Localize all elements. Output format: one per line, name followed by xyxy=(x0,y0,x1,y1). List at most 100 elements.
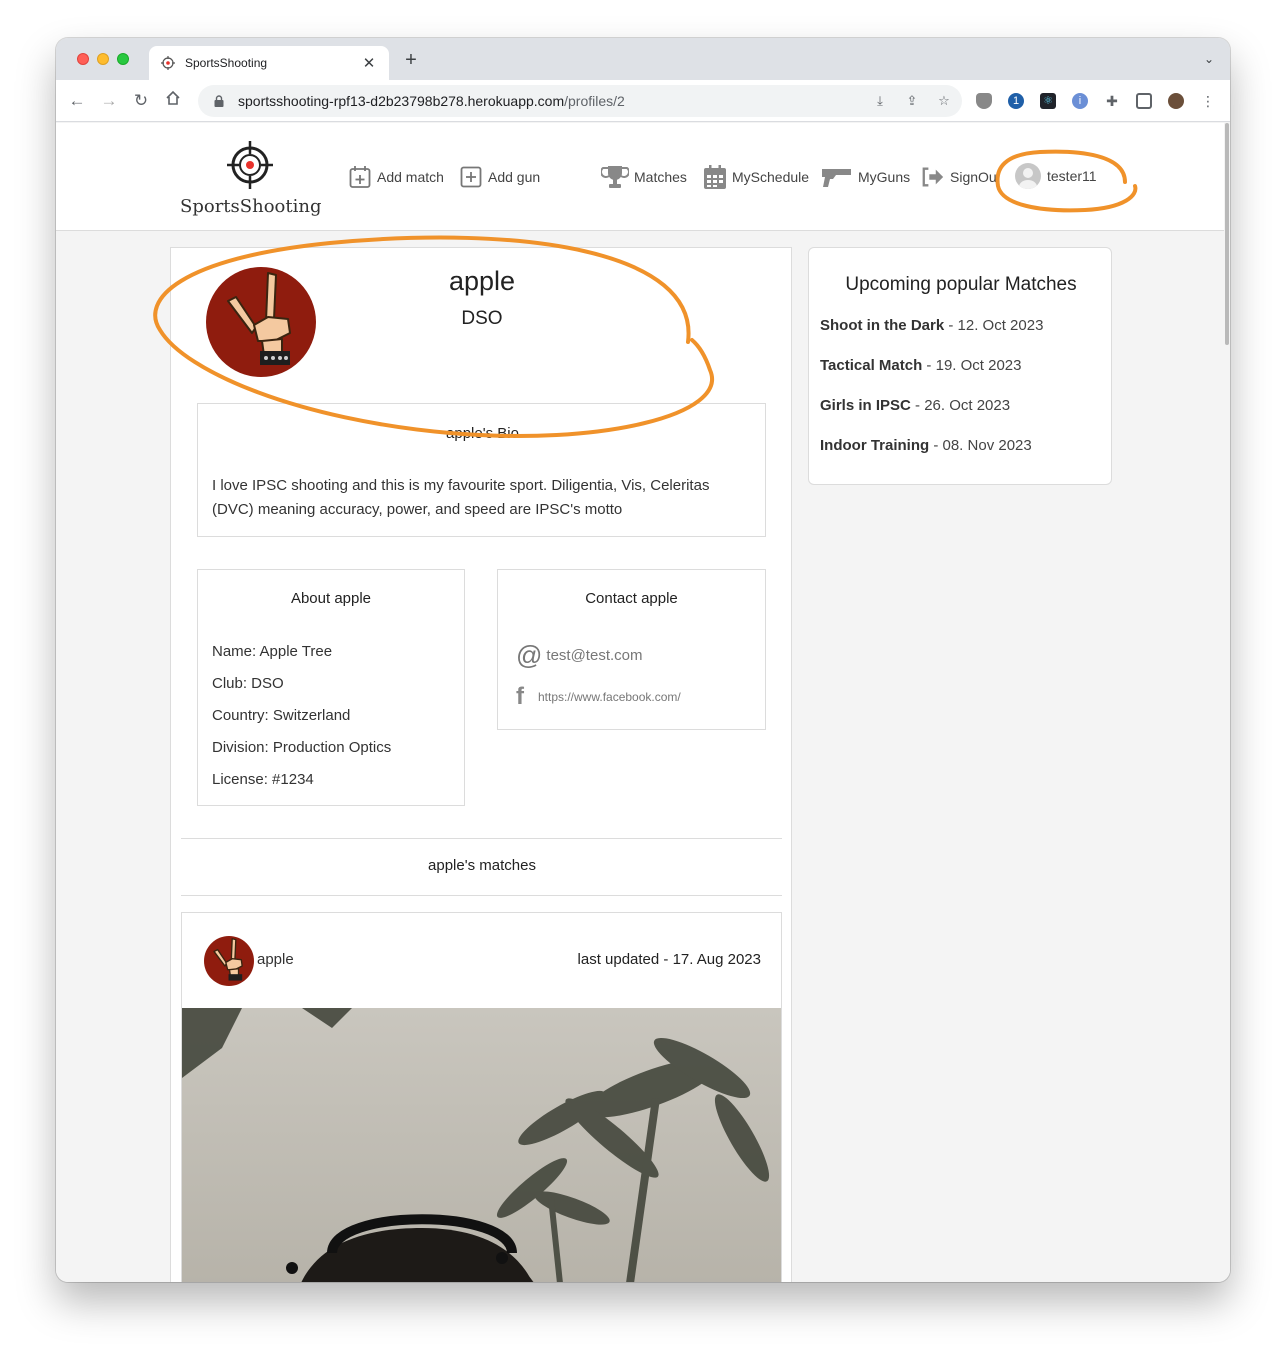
nav-username: tester11 xyxy=(1047,168,1097,184)
tab-title: SportsShooting xyxy=(185,56,268,70)
upcoming-match-date: - 08. Nov 2023 xyxy=(929,437,1032,454)
nav-myschedule-label: MySchedule xyxy=(732,169,810,185)
tab-search-chevron-icon[interactable]: ⌄ xyxy=(1204,52,1214,66)
brand-logo[interactable]: SportsShooting xyxy=(180,141,322,217)
at-sign-icon: @ xyxy=(516,640,543,670)
puzzle-extensions-icon[interactable]: ✚ xyxy=(1104,93,1120,109)
share-icon[interactable]: ⇪ xyxy=(904,93,920,109)
lock-icon xyxy=(214,95,224,107)
upcoming-match-item[interactable]: Tactical Match - 19. Oct 2023 xyxy=(820,357,1022,374)
react-devtools-icon[interactable]: ⚛ xyxy=(1040,93,1056,109)
about-license: License: #1234 xyxy=(212,771,314,788)
maximize-window-button[interactable] xyxy=(117,53,129,65)
sidepanel-icon[interactable] xyxy=(1136,93,1152,109)
shield-extension-icon[interactable] xyxy=(976,93,992,109)
rock-hand-icon xyxy=(213,938,243,981)
contact-email: test@test.com xyxy=(546,646,643,664)
nav-myguns[interactable]: MyGuns xyxy=(821,165,910,189)
target-favicon-icon xyxy=(161,56,175,70)
match-last-updated: last updated - 17. Aug 2023 xyxy=(577,951,761,968)
tab-close-icon[interactable]: ✕ xyxy=(361,54,377,72)
profile-avatar-icon[interactable] xyxy=(1168,93,1184,109)
back-arrow-icon[interactable]: ← xyxy=(66,90,88,112)
url-host: sportsshooting-rpf13-d2b23798b278.heroku… xyxy=(238,93,565,109)
profile-club: DSO xyxy=(461,308,503,329)
bio-box: apple's Bio I love IPSC shooting and thi… xyxy=(197,403,766,537)
upcoming-match-item[interactable]: Girls in IPSC - 26. Oct 2023 xyxy=(820,397,1010,414)
calendar-plus-icon xyxy=(348,165,372,189)
upcoming-match-name[interactable]: Tactical Match xyxy=(820,357,922,374)
contact-box: Contact apple @ test@test.com f https://… xyxy=(497,569,766,730)
matches-section-title: apple's matches xyxy=(428,857,536,874)
match-card[interactable]: apple last updated - 17. Aug 2023 xyxy=(181,912,782,1282)
divider xyxy=(181,895,782,896)
brand-name: SportsShooting xyxy=(180,196,322,217)
site-navbar: SportsShooting Add match Add gun Matches xyxy=(56,123,1224,231)
nav-myguns-label: MyGuns xyxy=(858,169,911,185)
web-page: SportsShooting Add match Add gun Matches xyxy=(56,123,1224,1282)
address-bar[interactable]: sportsshooting-rpf13-d2b23798b278.heroku… xyxy=(198,85,962,117)
nav-myschedule[interactable]: MySchedule xyxy=(703,165,809,189)
bio-title: apple's Bio xyxy=(446,425,519,442)
about-country: Country: Switzerland xyxy=(212,707,351,724)
upcoming-match-date: - 12. Oct 2023 xyxy=(944,317,1044,334)
home-icon[interactable] xyxy=(162,90,184,112)
page-scrollbar[interactable] xyxy=(1224,123,1230,1282)
pistol-icon xyxy=(821,165,853,189)
password-extension-icon[interactable]: 1 xyxy=(1008,93,1024,109)
upcoming-match-name[interactable]: Shoot in the Dark xyxy=(820,317,944,334)
upcoming-match-name[interactable]: Girls in IPSC xyxy=(820,397,911,414)
nav-signout[interactable]: SignOut xyxy=(921,165,996,189)
about-club: Club: DSO xyxy=(212,675,284,692)
sign-out-icon xyxy=(921,165,945,189)
nav-add-gun-label: Add gun xyxy=(488,169,541,185)
kebab-menu-icon[interactable]: ⋮ xyxy=(1200,93,1216,109)
upcoming-matches-card: Upcoming popular Matches Shoot in the Da… xyxy=(808,247,1112,485)
nav-add-match-label: Add match xyxy=(377,169,444,185)
install-icon[interactable]: ⤓ xyxy=(872,93,888,109)
match-username[interactable]: apple xyxy=(257,951,294,968)
scrollbar-thumb[interactable] xyxy=(1225,123,1229,345)
contact-email-row[interactable]: @ test@test.com xyxy=(516,642,643,668)
upcoming-match-item[interactable]: Shoot in the Dark - 12. Oct 2023 xyxy=(820,317,1043,334)
upcoming-match-name[interactable]: Indoor Training xyxy=(820,437,929,454)
user-avatar xyxy=(1015,163,1041,189)
nav-matches[interactable]: Matches xyxy=(601,165,687,189)
profile-card: apple DSO apple's Bio I love IPSC shooti… xyxy=(170,247,792,1282)
profile-name: apple xyxy=(448,266,516,296)
upcoming-match-date: - 26. Oct 2023 xyxy=(910,397,1011,414)
forward-arrow-icon[interactable]: → xyxy=(98,90,120,112)
upcoming-match-date: - 19. Oct 2023 xyxy=(922,357,1022,374)
bio-text: I love IPSC shooting and this is my favo… xyxy=(212,477,710,518)
divider xyxy=(181,838,782,839)
about-box: About apple Name: Apple Tree Club: DSO C… xyxy=(197,569,465,806)
reload-icon[interactable]: ↻ xyxy=(130,90,152,112)
facebook-icon: f xyxy=(516,683,524,710)
url-path: /profiles/2 xyxy=(564,93,625,109)
minimize-window-button[interactable] xyxy=(97,53,109,65)
nav-add-match[interactable]: Add match xyxy=(348,165,444,189)
contact-facebook-row[interactable]: f https://www.facebook.com/ xyxy=(516,684,681,710)
browser-toolbar: ← → ↻ sportsshooting-rpf13-d2b23798b278.… xyxy=(56,80,1230,122)
trophy-icon xyxy=(601,165,629,189)
new-tab-button[interactable]: + xyxy=(400,49,422,72)
upcoming-match-item[interactable]: Indoor Training - 08. Nov 2023 xyxy=(820,437,1032,454)
calendar-icon xyxy=(703,165,727,189)
crosshair-logo-icon xyxy=(227,141,273,189)
nav-matches-label: Matches xyxy=(634,169,687,185)
nav-add-gun[interactable]: Add gun xyxy=(459,165,540,189)
tab-strip: SportsShooting ✕ + ⌄ xyxy=(56,38,1230,80)
nav-signout-label: SignOut xyxy=(950,169,996,185)
upcoming-matches-title: Upcoming popular Matches xyxy=(845,274,1077,295)
match-user-avatar[interactable] xyxy=(204,936,254,986)
contact-title: Contact apple xyxy=(585,590,678,607)
about-title: About apple xyxy=(290,590,372,607)
contact-facebook: https://www.facebook.com/ xyxy=(538,690,681,704)
extension-icon[interactable]: i xyxy=(1072,93,1088,109)
nav-user-menu[interactable]: tester11 xyxy=(1015,163,1097,189)
close-window-button[interactable] xyxy=(77,53,89,65)
browser-tab[interactable]: SportsShooting ✕ xyxy=(149,46,389,80)
about-name: Name: Apple Tree xyxy=(212,643,333,660)
bookmark-star-icon[interactable]: ☆ xyxy=(936,93,952,109)
about-division: Division: Production Optics xyxy=(212,739,392,756)
